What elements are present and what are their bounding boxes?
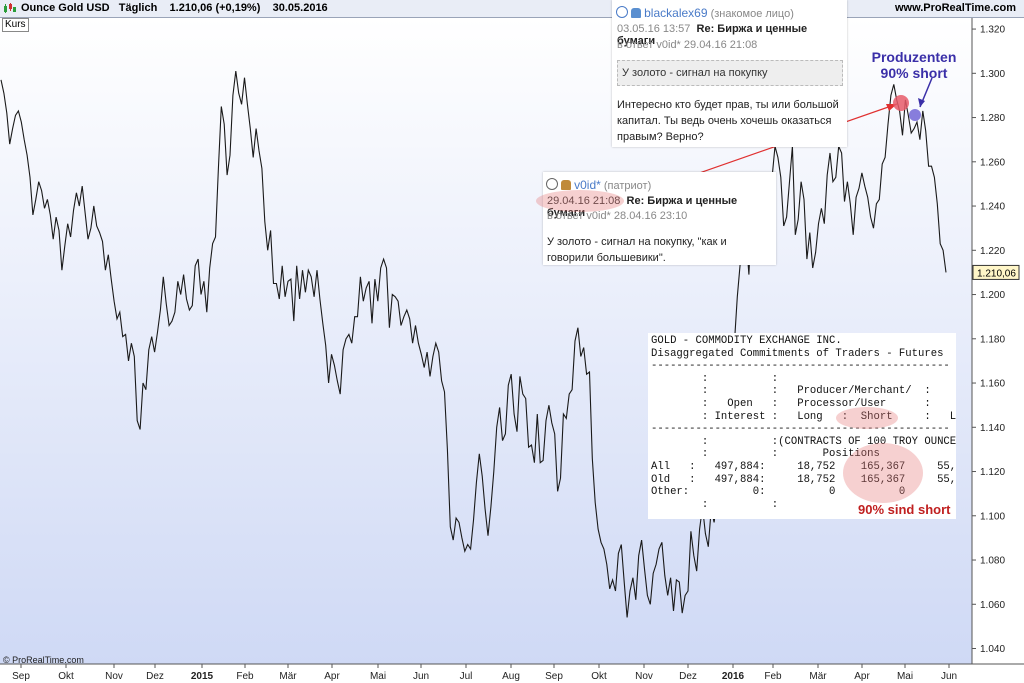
short-summary-annotation: 90% sind short bbox=[858, 502, 951, 517]
chart-header-bar: Ounce Gold USD Täglich 1.210,06 (+0,19%)… bbox=[0, 0, 1024, 18]
panel-label: Kurs bbox=[2, 18, 29, 32]
x-tick-label: Mär bbox=[809, 671, 827, 682]
y-tick-label: 1.180 bbox=[980, 334, 1005, 345]
cot-report-line: : : Producer/Merchant/ : bbox=[651, 385, 931, 398]
author-status: (знакомое лицо) bbox=[710, 8, 794, 20]
cot-report-line: Disaggregated Commitments of Traders - F… bbox=[651, 347, 944, 360]
cot-report-line: : :(CONTRACTS OF 100 TROY OUNCES bbox=[651, 435, 956, 448]
x-tick-label: 2015 bbox=[191, 671, 214, 682]
cot-report-line: ----------------------------------------… bbox=[651, 423, 950, 436]
current-price: 1.210,06 bbox=[169, 2, 213, 14]
signal-marker-blue bbox=[909, 109, 921, 121]
reply-to[interactable]: в ответ v0id* 29.04.16 21:08 bbox=[617, 39, 757, 51]
x-tick-label: Dez bbox=[679, 671, 697, 682]
x-tick-label: Jul bbox=[460, 671, 473, 682]
y-tick-label: 1.080 bbox=[980, 556, 1005, 567]
y-tick-label: 1.040 bbox=[980, 644, 1005, 655]
user-icon bbox=[631, 8, 642, 18]
author-status: (патриот) bbox=[603, 180, 652, 192]
x-tick-label: Dez bbox=[146, 671, 164, 682]
y-tick-label: 1.260 bbox=[980, 157, 1005, 168]
user-icon bbox=[561, 180, 572, 190]
avatar-icon bbox=[546, 178, 558, 190]
cot-report-line: ----------------------------------------… bbox=[651, 360, 950, 373]
y-tick-label: 1.160 bbox=[980, 379, 1005, 390]
reply-to[interactable]: в ответ v0id* 28.04.16 23:10 bbox=[547, 210, 687, 222]
short-header-highlight bbox=[836, 407, 898, 429]
x-tick-label: Apr bbox=[324, 671, 340, 682]
x-tick-label: Okt bbox=[591, 671, 607, 682]
x-tick-label: Feb bbox=[236, 671, 254, 682]
forum-post-blackalex69: blackalex69 (знакомое лицо) 03.05.16 13:… bbox=[612, 0, 847, 147]
short-percent-label: 90% short bbox=[880, 65, 948, 81]
cot-report-line: : Interest : Long : Short : Long bbox=[651, 410, 956, 423]
forum-post-v0id: v0id* (патриот) 29.04.16 21:08 Re: Биржа… bbox=[543, 172, 776, 265]
y-tick-label: 1.280 bbox=[980, 113, 1005, 124]
y-tick-label: 1.140 bbox=[980, 423, 1005, 434]
x-tick-label: Aug bbox=[502, 671, 520, 682]
datetime-highlight bbox=[536, 190, 624, 212]
x-tick-label: Jun bbox=[941, 671, 957, 682]
x-tick-label: Nov bbox=[105, 671, 123, 682]
x-tick-label: Sep bbox=[12, 671, 30, 682]
post-body: Интересно кто будет прав, ты или большой… bbox=[617, 99, 839, 143]
y-tick-label: 1.320 bbox=[980, 25, 1005, 36]
site-link[interactable]: www.ProRealTime.com bbox=[895, 2, 1016, 14]
avatar-icon bbox=[616, 6, 628, 18]
y-tick-label: 1.220 bbox=[980, 246, 1005, 257]
y-tick-label: 1.060 bbox=[980, 600, 1005, 611]
cot-report-line: : Open : Processor/User : bbox=[651, 397, 931, 410]
x-tick-label: Sep bbox=[545, 671, 563, 682]
short-values-highlight bbox=[843, 443, 923, 503]
price-change: (+0,19%) bbox=[215, 2, 261, 14]
post-datetime: 03.05.16 13:57 bbox=[617, 23, 691, 35]
candlestick-icon bbox=[4, 3, 16, 13]
post-author[interactable]: blackalex69 bbox=[644, 6, 707, 20]
copyright: © ProRealTime.com bbox=[3, 655, 84, 665]
x-tick-label: Mai bbox=[370, 671, 386, 682]
cot-report-line: GOLD - COMMODITY EXCHANGE INC. bbox=[651, 335, 842, 347]
x-tick-label: 2016 bbox=[722, 671, 745, 682]
y-tick-label: 1.100 bbox=[980, 511, 1005, 522]
last-value-label: 1.210,06 bbox=[977, 268, 1016, 279]
x-tick-label: Feb bbox=[764, 671, 782, 682]
producers-annotation: Produzenten 90% short bbox=[868, 49, 960, 81]
producers-label: Produzenten bbox=[871, 49, 957, 65]
chart-date: 30.05.2016 bbox=[272, 2, 328, 14]
x-tick-label: Apr bbox=[854, 671, 870, 682]
x-tick-label: Jun bbox=[413, 671, 429, 682]
chart-title: Ounce Gold USD Täglich 1.210,06 (+0,19%)… bbox=[21, 2, 328, 14]
x-tick-label: Mai bbox=[897, 671, 913, 682]
y-tick-label: 1.300 bbox=[980, 69, 1005, 80]
cot-report-line: : : bbox=[651, 372, 779, 385]
quoted-text: У золото - сигнал на покупку bbox=[617, 60, 843, 86]
x-tick-label: Okt bbox=[58, 671, 74, 682]
signal-marker-red bbox=[893, 95, 909, 111]
instrument-name: Ounce Gold USD bbox=[21, 2, 110, 14]
x-tick-label: Nov bbox=[635, 671, 653, 682]
y-tick-label: 1.240 bbox=[980, 202, 1005, 213]
period-label: Täglich bbox=[118, 2, 158, 14]
post-body: У золото - сигнал на покупку, "как и гов… bbox=[547, 236, 727, 264]
y-tick-label: 1.200 bbox=[980, 290, 1005, 301]
y-tick-label: 1.120 bbox=[980, 467, 1005, 478]
x-tick-label: Mär bbox=[279, 671, 297, 682]
